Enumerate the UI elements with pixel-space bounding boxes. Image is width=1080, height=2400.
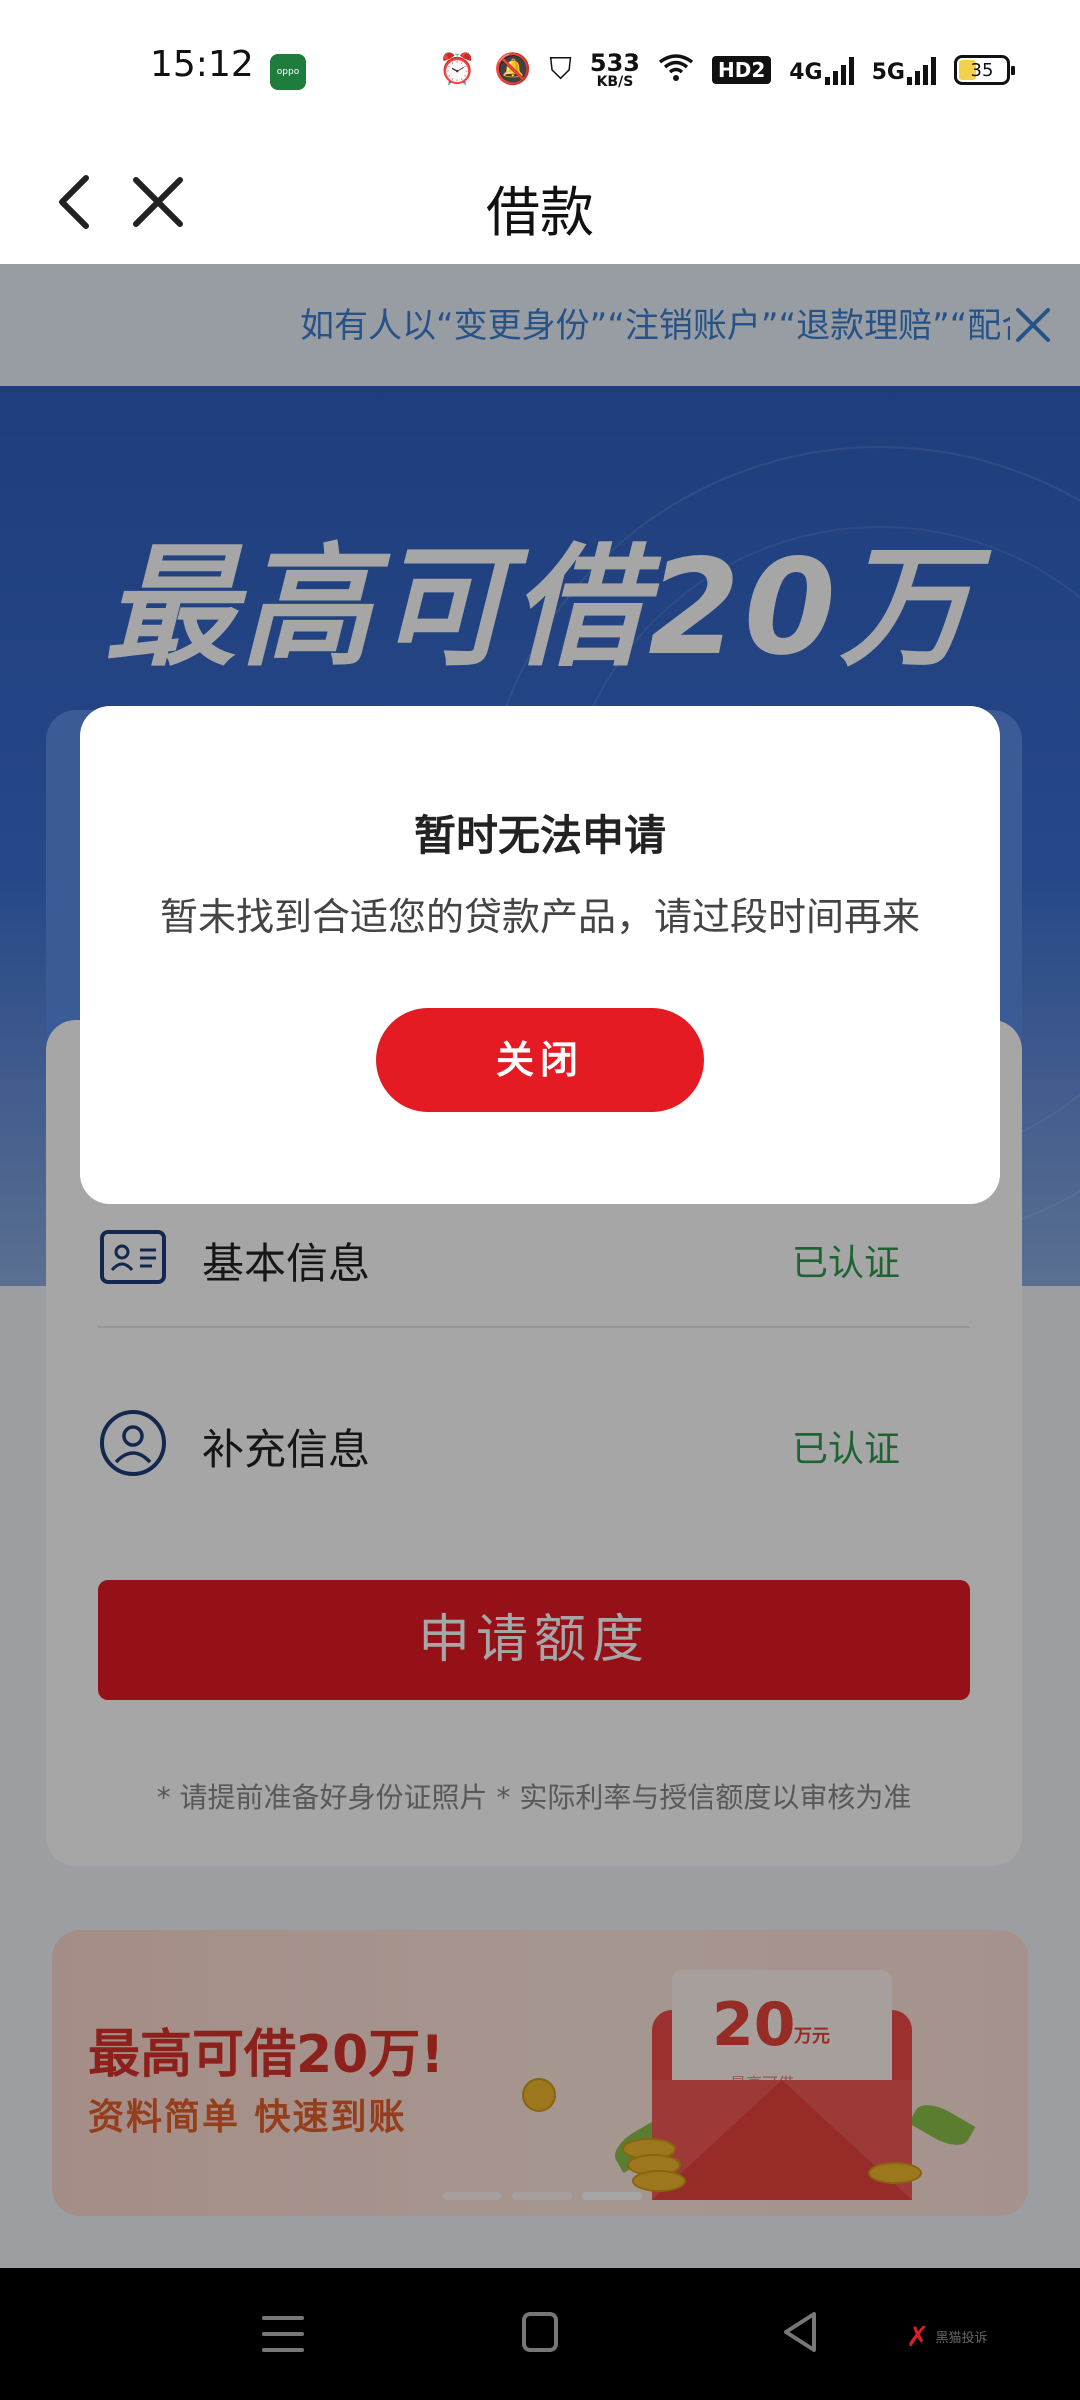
home-button[interactable] [522,2312,558,2352]
status-time: 15:12 [150,44,254,85]
app-notification-icon: oppo [270,54,306,90]
unavailable-dialog: 暂时无法申请 暂未找到合适您的贷款产品，请过段时间再来 关闭 [80,706,1000,1204]
hd-icon: HD2 [711,56,772,84]
battery-icon: 35 [954,55,1015,85]
wifi-icon [658,52,694,88]
dialog-close-button[interactable]: 关闭 [376,1008,704,1112]
modal-overlay[interactable] [0,264,1080,2268]
status-icons: ⏰ 🔕 ⛉ 533 KB/S HD2 4G 5G 35 [438,46,1015,94]
system-nav-bar: ✗ 黑猫投诉 [0,2268,1080,2400]
watermark: ✗ 黑猫投诉 [906,2320,988,2353]
back-triangle-button[interactable] [776,2308,824,2356]
dialog-title: 暂时无法申请 [413,811,666,860]
nav-bar: 借款 [0,140,1080,264]
net-speed: 533 KB/S [589,49,640,90]
signal-4g-icon: 4G [789,55,854,85]
signal-5g-icon: 5G [872,55,936,85]
page-title: 借款 [486,181,594,244]
recent-apps-button[interactable] [258,2312,308,2356]
dialog-message: 暂未找到合适您的贷款产品，请过段时间再来 [159,895,920,939]
cat-logo-icon: ✗ [906,2320,930,2353]
status-bar: 15:12 oppo ⏰ 🔕 ⛉ 533 KB/S HD2 4G 5G 35 [0,0,1080,140]
alarm-icon: ⏰ [438,52,477,87]
mute-icon: 🔕 [494,52,532,87]
shield-icon: ⛉ [549,52,572,87]
